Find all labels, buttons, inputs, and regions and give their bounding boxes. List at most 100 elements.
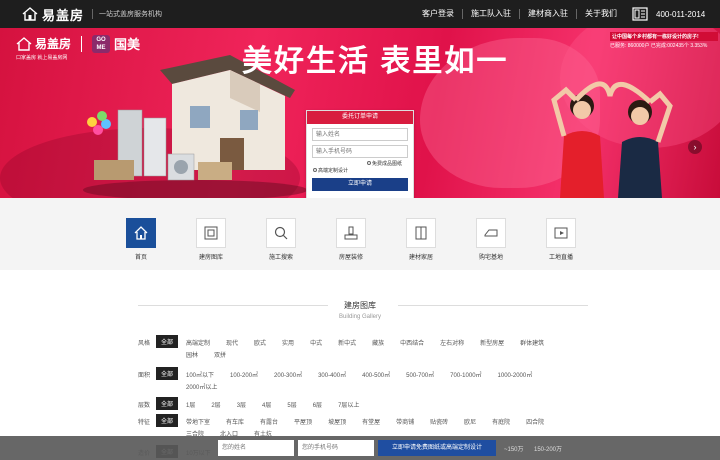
banner-headline: 美好生活 表里如一	[242, 45, 509, 78]
filter-option[interactable]: 700-1000㎡	[450, 370, 481, 382]
filter-option[interactable]: 有露台	[260, 417, 278, 429]
filter-all-button[interactable]: 全部	[156, 367, 179, 380]
filter-option[interactable]: 3层	[237, 400, 246, 412]
filter-option[interactable]: 新型房屋	[480, 338, 504, 350]
quicknav-label: 工地直播	[548, 255, 573, 261]
filter-option[interactable]: 带地下室	[186, 417, 210, 429]
filter-options: 高端定制 现代 欧式 实用 中式 新中式 藏族 中西结合 左右对称 新型房屋 群体建筑园林 双拼	[186, 338, 586, 362]
filter-option[interactable]: 平屋顶	[294, 417, 312, 429]
filter-option[interactable]: 藏族	[372, 338, 384, 350]
nav-about-us[interactable]: 关于我们	[576, 9, 625, 19]
filter-option[interactable]: 高端定制	[186, 338, 210, 350]
quicknav-label: 建房图库	[198, 255, 223, 261]
filter-option[interactable]: 2层	[211, 400, 220, 412]
filter-all-button[interactable]: 全部	[156, 335, 179, 348]
gallery-title-cn: 建房图库	[344, 301, 376, 310]
phone-icon	[632, 7, 648, 21]
sticky-apply-button[interactable]: 立即申请免费图纸或高端定制设计	[378, 440, 496, 456]
radio-icon	[313, 168, 317, 172]
cost-option-150-200[interactable]: 150-200万	[534, 444, 562, 453]
form-title: 委托订单申请	[307, 111, 413, 124]
quicknav-construction-search[interactable]: 施工搜索	[261, 218, 301, 261]
filter-option[interactable]: 5层	[287, 400, 296, 412]
gallery-title-en: Building Gallery	[338, 314, 382, 320]
filter-all-button[interactable]: 全部	[156, 414, 179, 427]
filter-option[interactable]: 园林	[186, 350, 198, 362]
filter-label: 特征	[138, 420, 151, 426]
banner-brand: 易盖房	[35, 37, 72, 51]
hotline-number: 400-011-2014	[656, 9, 706, 19]
filter-option[interactable]: 有庭院	[492, 417, 510, 429]
quicknav-land[interactable]: 购宅基地	[471, 218, 511, 261]
option-custom-design-label: 高端定制设计	[318, 168, 349, 174]
filter-option[interactable]: 欧式	[254, 338, 266, 350]
quicknav-home[interactable]: 首页	[121, 218, 161, 261]
filter-option[interactable]: 实用	[282, 338, 294, 350]
radio-icon	[367, 161, 371, 165]
filter-label: 面积	[138, 373, 151, 379]
filter-option[interactable]: 群体建筑	[520, 338, 544, 350]
sticky-name-input[interactable]	[218, 440, 294, 456]
quicknav-label: 施工搜索	[268, 255, 293, 261]
filter-option[interactable]: 贴瓷砖	[430, 417, 448, 429]
filter-option[interactable]: 6层	[313, 400, 322, 412]
nav-supplier-join[interactable]: 建材商入驻	[519, 9, 576, 19]
promo-line-1: 让中国每个乡村都有一栋好设计的房子!	[610, 32, 718, 41]
filter-option[interactable]: 带商铺	[396, 417, 414, 429]
filter-option[interactable]: 有堂屋	[362, 417, 380, 429]
filter-option[interactable]: 坡屋顶	[328, 417, 346, 429]
filter-option[interactable]: 左右对称	[440, 338, 464, 350]
filter-option[interactable]: 有车库	[226, 417, 244, 429]
option-custom-design[interactable]: 高端定制设计	[313, 168, 407, 175]
filter-option[interactable]: 100㎡以下	[186, 370, 214, 382]
filter-all-button[interactable]: 全部	[156, 397, 179, 410]
filter-option[interactable]: 4层	[262, 400, 271, 412]
option-free-drawing[interactable]: 免费成品图纸	[367, 161, 407, 168]
filter-label: 层数	[138, 403, 151, 409]
filter-option[interactable]: 1000-2000㎡	[498, 370, 533, 382]
option-free-drawing-label: 免费成品图纸	[372, 161, 403, 167]
quicknav-live-site[interactable]: 工地直播	[541, 218, 581, 261]
filter-option[interactable]: 200-300㎡	[274, 370, 302, 382]
search-icon	[266, 218, 296, 248]
form-name-input[interactable]	[312, 128, 408, 141]
filter-option[interactable]: 四合院	[526, 417, 544, 429]
site-logo[interactable]: 易盖房 一站式盖房服务机构	[22, 5, 162, 24]
form-submit-button[interactable]: 立即申请	[312, 178, 408, 191]
filter-option[interactable]: 1层	[186, 400, 195, 412]
filter-option[interactable]: 2000㎡以上	[186, 382, 217, 394]
filter-option[interactable]: 7层以上	[338, 400, 359, 412]
video-icon	[546, 218, 576, 248]
land-icon	[476, 218, 506, 248]
order-application-form: 委托订单申请 免费成品图纸 高端定制设计 立即申请	[306, 110, 414, 202]
quicknav-label: 购宅基地	[478, 255, 503, 261]
gallery-title: 建房图库 Building Gallery	[0, 300, 720, 320]
filter-option[interactable]: 中式	[310, 338, 322, 350]
filter-option[interactable]: 100-200㎡	[230, 370, 258, 382]
quicknav-materials[interactable]: 建材家居	[401, 218, 441, 261]
filter-option[interactable]: 400-500㎡	[362, 370, 390, 382]
sticky-phone-input[interactable]	[298, 440, 374, 456]
filter-option[interactable]: 500-700㎡	[406, 370, 434, 382]
filter-option[interactable]: 欧尼	[464, 417, 476, 429]
filter-options: 1层 2层 3层 4层 5层 6层 7层以上	[186, 400, 586, 412]
nav-contractor-join[interactable]: 施工队入驻	[462, 9, 519, 19]
filter-option[interactable]: 300-400㎡	[318, 370, 346, 382]
cost-option-partial[interactable]: ~150万	[504, 444, 524, 453]
nav-customer-login[interactable]: 客户登录	[414, 9, 462, 19]
banner-subtitle: 口家盖房 就上易盖房网	[16, 55, 68, 61]
filter-option[interactable]: 新中式	[338, 338, 356, 350]
brand-name: 易盖房	[42, 7, 85, 23]
home-icon	[126, 218, 156, 248]
quicknav-label: 首页	[134, 255, 147, 261]
filter-option[interactable]: 双拼	[214, 350, 226, 362]
filter-option[interactable]: 中西结合	[400, 338, 424, 350]
quicknav-renovation[interactable]: 房屋装修	[331, 218, 371, 261]
form-phone-input[interactable]	[312, 145, 408, 158]
quicknav-gallery[interactable]: 建房图库	[191, 218, 231, 261]
banner-next-arrow[interactable]: ›	[688, 140, 702, 154]
people-heart-illustration	[551, 81, 673, 198]
filter-option[interactable]: 现代	[226, 338, 238, 350]
top-nav: 客户登录 施工队入驻 建材商入驻 关于我们	[414, 0, 625, 28]
house-logo-icon	[16, 36, 32, 51]
